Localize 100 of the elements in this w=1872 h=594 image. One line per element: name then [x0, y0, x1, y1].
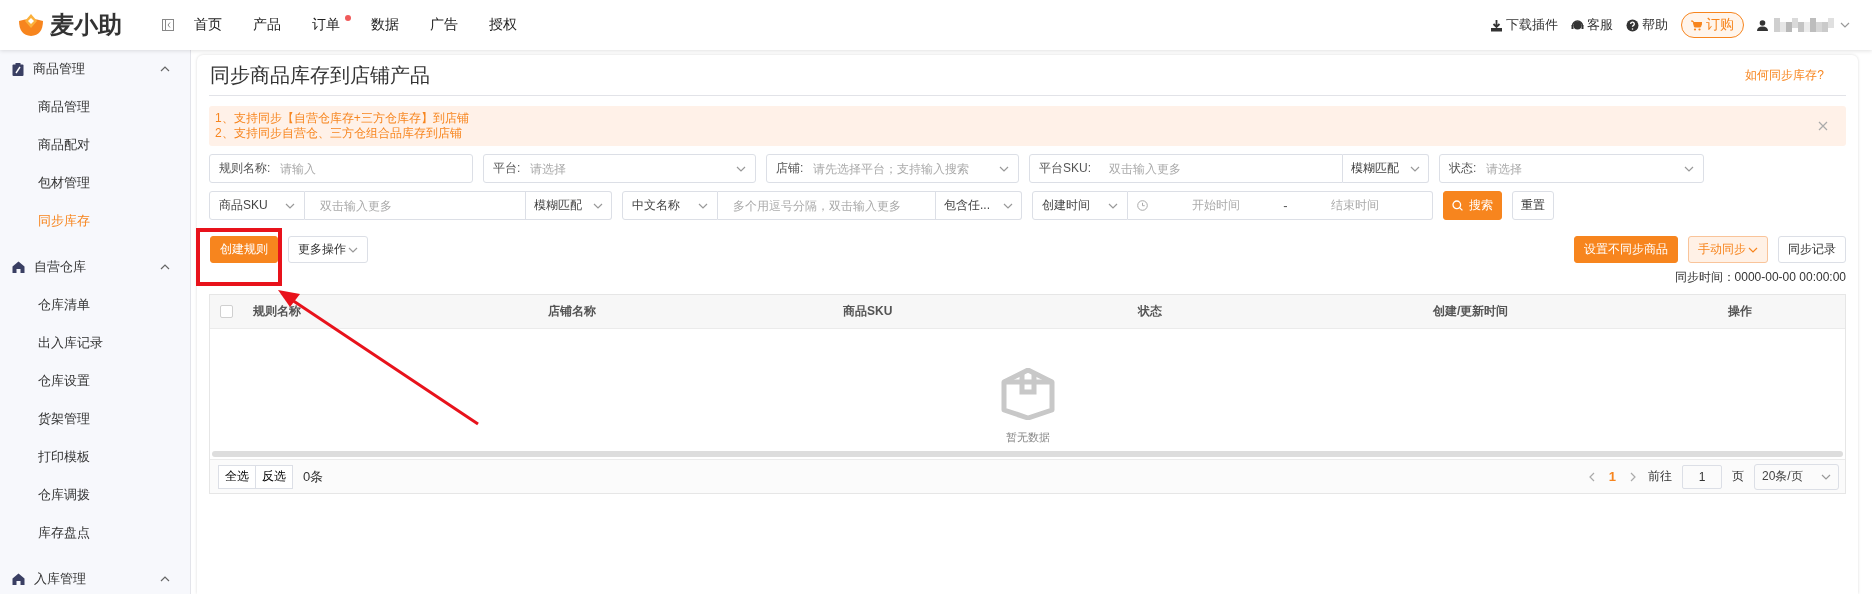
filter-field[interactable]: 双击输入更多: [305, 191, 526, 220]
nav-link[interactable]: 数据: [371, 12, 430, 38]
field-label: 平台SKU:: [1039, 160, 1092, 177]
chevron-right-icon: [1630, 471, 1636, 482]
filter-field[interactable]: 多个用逗号分隔，双击输入更多: [718, 191, 936, 220]
chevron-down-icon: [1410, 165, 1420, 172]
toolbar-button[interactable]: 更多操作: [288, 236, 368, 263]
column-header: 商品SKU: [843, 303, 894, 320]
notice-text: 1、支持同步【自营仓库存+三方仓库存】到店铺: [215, 111, 469, 126]
field-selector[interactable]: 中文名称: [622, 191, 718, 220]
chevron-down-icon: [285, 202, 295, 209]
text-input[interactable]: 请选择: [1484, 160, 1676, 177]
select-all-checkbox[interactable]: [220, 305, 233, 318]
text-input[interactable]: 双击输入更多: [314, 197, 516, 214]
text-input[interactable]: 双击输入更多: [1107, 160, 1333, 177]
select-field[interactable]: 状态: 请选择: [1439, 154, 1704, 183]
help-icon: [1626, 18, 1639, 32]
text-input[interactable]: 请先选择平台；支持输入搜索: [811, 160, 991, 177]
text-input[interactable]: 多个用逗号分隔，双击输入更多: [727, 197, 926, 214]
page-label: 页: [1732, 468, 1744, 485]
select-field[interactable]: 店铺: 请先选择平台；支持输入搜索: [766, 154, 1019, 183]
chevron-down-icon: [1840, 22, 1850, 28]
column-header: 操作: [1728, 303, 1753, 320]
filter-field[interactable]: 规则名称: 请输入: [209, 154, 473, 183]
chevron-down-icon: [736, 165, 746, 172]
chevron-down-icon: [1821, 473, 1831, 480]
header-link[interactable]: 帮助: [1626, 16, 1668, 34]
clipboard-icon: [12, 62, 24, 76]
sidebar-item[interactable]: 仓库清单: [0, 286, 190, 324]
collapse-button[interactable]: [160, 17, 176, 33]
cart-icon: [1691, 19, 1702, 31]
header-link[interactable]: 下载插件: [1490, 16, 1558, 34]
field-label: 店铺:: [776, 160, 804, 177]
sidebar-group-header[interactable]: 入库管理: [0, 560, 190, 594]
match-dropdown[interactable]: 模糊匹配: [1343, 154, 1429, 183]
column-header: 规则名称: [253, 303, 302, 320]
nav-link[interactable]: 广告: [430, 12, 489, 38]
field-label: 规则名称:: [219, 160, 271, 177]
nav-link[interactable]: 订单: [312, 12, 371, 38]
sidebar-item[interactable]: 商品配对: [0, 126, 190, 164]
field-selector[interactable]: 商品SKU: [209, 191, 305, 220]
empty-box-icon: [1000, 368, 1055, 420]
field-label: 平台:: [493, 160, 521, 177]
filter-field[interactable]: 平台SKU: 双击输入更多: [1029, 154, 1343, 183]
page-title: 同步商品库存到店铺产品: [210, 62, 430, 88]
column-header: 店铺名称: [548, 303, 597, 320]
nav-link[interactable]: 产品: [253, 12, 312, 38]
logo-text: 麦小助: [50, 10, 122, 40]
sidebar-group-header[interactable]: 自营仓库: [0, 248, 190, 286]
sidebar-item[interactable]: 货架管理: [0, 400, 190, 438]
record-count: 0条: [303, 467, 324, 486]
page-size-select[interactable]: 20条/页: [1754, 463, 1839, 490]
match-dropdown[interactable]: 包含任...: [936, 191, 1022, 220]
user-icon: [1757, 19, 1768, 31]
date-range-field[interactable]: 开始时间 - 结束时间: [1128, 191, 1433, 220]
close-icon: [1818, 121, 1828, 131]
house-icon: [12, 261, 25, 273]
collapse-icon: [162, 19, 174, 31]
empty-state-text: 暂无数据: [1005, 430, 1050, 445]
sidebar-item[interactable]: 仓库调拨: [0, 476, 190, 514]
nav-link[interactable]: 授权: [489, 12, 548, 38]
sidebar-item[interactable]: 仓库设置: [0, 362, 190, 400]
select-all-button[interactable]: 全选: [218, 464, 256, 489]
sync-time-text: 同步时间：0000-00-00 00:00:00: [1674, 269, 1846, 286]
logo-icon: [18, 13, 44, 37]
download-icon: [1490, 18, 1503, 32]
chevron-left-icon: [1588, 471, 1595, 482]
header-link[interactable]: 客服: [1571, 16, 1613, 34]
headset-icon: [1571, 18, 1584, 32]
goto-label: 前往: [1648, 468, 1672, 485]
chevron-down-icon: [999, 165, 1009, 172]
chevron-down-icon: [1108, 202, 1118, 209]
sidebar-group-header[interactable]: 商品管理: [0, 50, 190, 88]
blurred-name-drawing: [1774, 18, 1834, 32]
sidebar-item[interactable]: 打印模板: [0, 438, 190, 476]
column-header: 状态: [1138, 303, 1163, 320]
field-selector[interactable]: 创建时间: [1032, 191, 1128, 220]
match-dropdown[interactable]: 模糊匹配: [526, 191, 612, 220]
chevron-down-icon: [1003, 202, 1013, 209]
clock-icon: [1137, 200, 1148, 211]
select-field[interactable]: 平台: 请选择: [483, 154, 756, 183]
sidebar-item[interactable]: 库存盘点: [0, 514, 190, 552]
scrollbar[interactable]: [212, 451, 1843, 457]
chevron-down-icon: [1684, 165, 1694, 172]
field-label: 状态:: [1449, 160, 1477, 177]
chevron-down-icon: [698, 202, 708, 209]
notice-text: 2、支持同步自营仓、三方仓组合品库存到店铺: [215, 126, 463, 141]
nav-link[interactable]: 首页: [194, 12, 253, 38]
close-button[interactable]: [1816, 119, 1830, 133]
text-input[interactable]: 请选择: [528, 160, 728, 177]
user-menu[interactable]: [1757, 18, 1850, 32]
invert-selection-button[interactable]: 反选: [256, 464, 293, 489]
reset-button[interactable]: 重置: [1512, 191, 1554, 220]
toolbar-button[interactable]: 同步记录: [1778, 236, 1846, 263]
search-icon: [1452, 200, 1463, 211]
sidebar-item[interactable]: 包材管理: [0, 164, 190, 202]
page-input[interactable]: 1: [1682, 464, 1722, 489]
text-input[interactable]: 请输入: [278, 160, 463, 177]
sidebar-item[interactable]: 商品管理: [0, 88, 190, 126]
sidebar-item[interactable]: 出入库记录: [0, 324, 190, 362]
